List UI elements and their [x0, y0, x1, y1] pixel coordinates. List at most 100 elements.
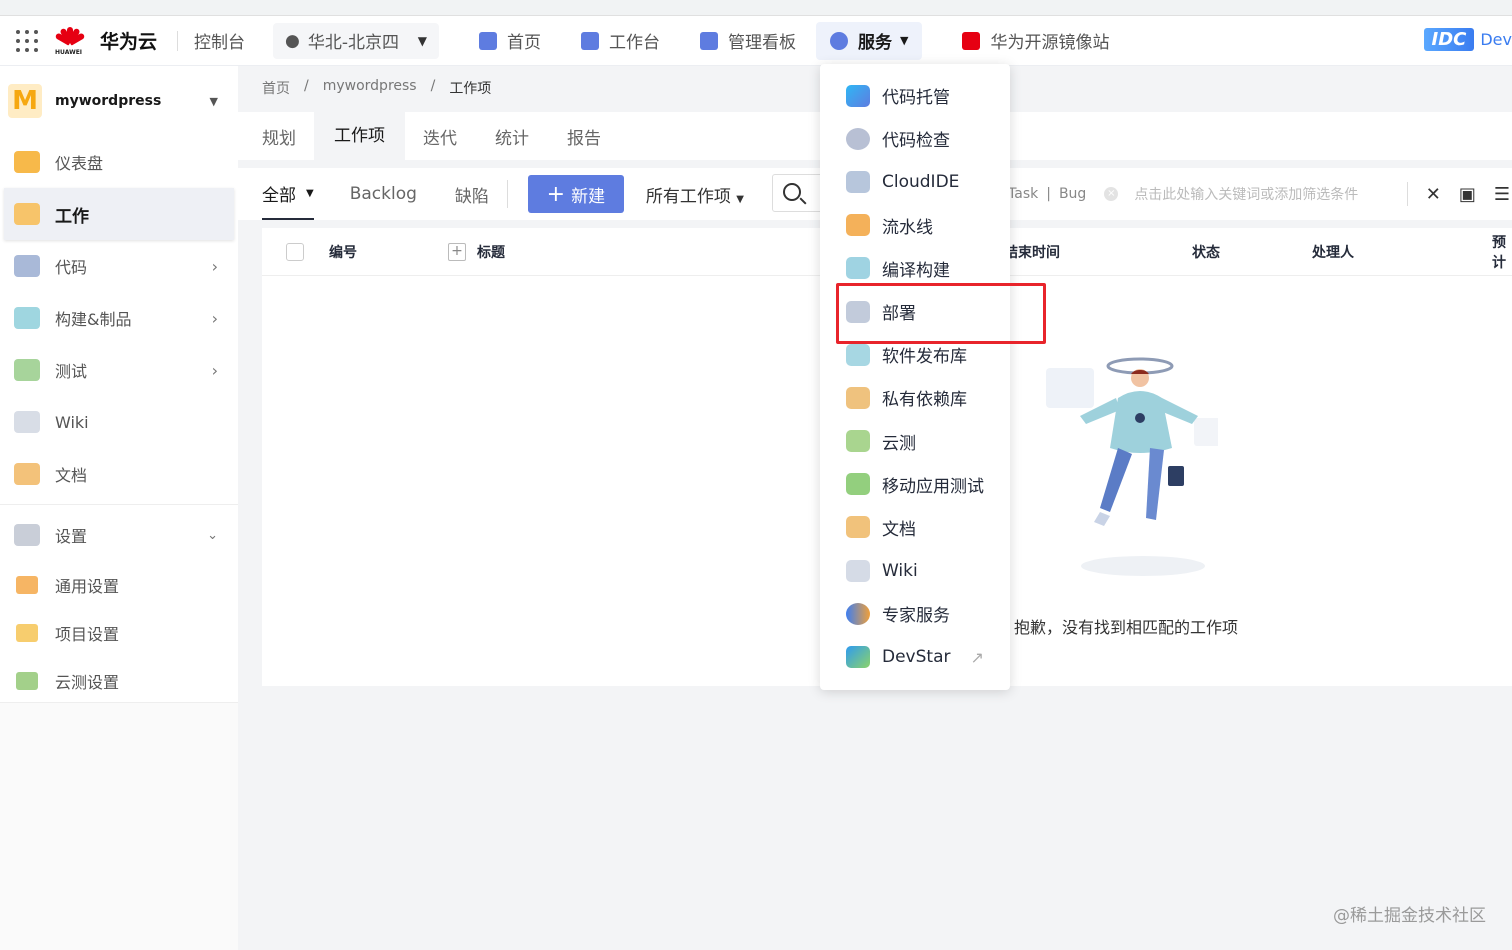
- menu-item-docs[interactable]: 文档: [820, 506, 1010, 549]
- tab-statistics[interactable]: 统计: [495, 124, 529, 149]
- menu-item-code-hosting[interactable]: 代码托管: [820, 74, 1010, 117]
- chip-bug: Bug: [1058, 186, 1087, 202]
- region-selector[interactable]: ● 华北-北京四 ▼: [273, 22, 440, 59]
- project-name: mywordpress: [55, 93, 162, 109]
- column-status[interactable]: 状态: [1192, 242, 1220, 262]
- sidebar-item-test[interactable]: 测试 ›: [0, 344, 238, 396]
- sidebar-subitem-label: 通用设置: [55, 577, 120, 596]
- menu-item-label: 文档: [882, 519, 916, 540]
- sidebar-item-label: 测试: [55, 362, 88, 381]
- menu-item-label: 软件发布库: [882, 347, 967, 368]
- sidebar-subitem-project[interactable]: 项目设置: [0, 609, 238, 657]
- sidebar-item-docs[interactable]: 文档: [0, 448, 238, 500]
- breadcrumb-sep: /: [304, 78, 309, 94]
- general-settings-icon: [16, 576, 38, 594]
- filter-defect[interactable]: 缺陷: [455, 182, 489, 207]
- filter-tools: ✕ ▣ ☰: [1406, 182, 1512, 206]
- workbench-icon: [581, 31, 600, 50]
- clear-chip-icon[interactable]: ×: [1104, 187, 1119, 201]
- menu-item-cloudtest[interactable]: 云测: [820, 420, 1010, 463]
- nav-services-label: 服务: [858, 33, 893, 53]
- close-icon[interactable]: ✕: [1426, 184, 1441, 205]
- divider: [1406, 182, 1408, 206]
- app-grid-icon[interactable]: [16, 29, 38, 52]
- menu-item-label: 代码检查: [882, 131, 950, 152]
- menu-item-devstar[interactable]: DevStar ↗: [820, 635, 1010, 678]
- sidebar-subitem-label: 云测设置: [55, 673, 120, 692]
- tab-iteration[interactable]: 迭代: [423, 124, 457, 149]
- chip-separator: |: [1046, 186, 1051, 202]
- column-title[interactable]: 标题: [477, 242, 505, 262]
- sidebar-item-label: 设置: [55, 527, 88, 546]
- sidebar-item-dashboard[interactable]: 仪表盘: [0, 136, 238, 188]
- expand-icon[interactable]: +: [448, 242, 466, 261]
- caret-down-icon: ▼: [900, 34, 909, 47]
- search-icon: [783, 183, 801, 201]
- sidebar-item-label: Wiki: [55, 412, 89, 432]
- console-link[interactable]: 控制台: [194, 28, 245, 53]
- filter-chips[interactable]: Task | Bug × 点击此处输入关键词或添加筛选条件: [1008, 184, 1358, 204]
- sidebar-item-label: 工作: [55, 206, 89, 227]
- sidebar-item-wiki[interactable]: Wiki: [0, 396, 238, 448]
- tab-plan[interactable]: 规划: [262, 124, 296, 149]
- divider: [506, 180, 508, 208]
- sidebar-item-settings[interactable]: 设置 ⌄: [0, 509, 238, 561]
- menu-item-code-check[interactable]: 代码检查: [820, 117, 1010, 160]
- sidebar-empty-area: [0, 702, 238, 950]
- test-icon: [14, 359, 40, 381]
- column-estimate[interactable]: 预计: [1492, 232, 1512, 272]
- menu-item-label: 代码托管: [882, 88, 950, 109]
- huawei-logo[interactable]: HUAWEI 华为云: [54, 25, 157, 57]
- breadcrumb-sep: /: [430, 78, 436, 94]
- nav-dashboard[interactable]: 管理看板: [700, 28, 796, 53]
- column-assignee[interactable]: 处理人: [1312, 242, 1354, 262]
- project-selector[interactable]: M mywordpress ▼: [0, 66, 238, 136]
- menu-item-cloudide[interactable]: CloudIDE: [820, 160, 1010, 203]
- menu-item-mobile-test[interactable]: 移动应用测试: [820, 463, 1010, 506]
- empty-state-illustration: [1046, 357, 1218, 576]
- all-work-items-label: 所有工作项: [645, 186, 731, 207]
- cloudide-icon: [846, 170, 870, 193]
- nav-workbench[interactable]: 工作台: [581, 28, 660, 53]
- region-label: 华北-北京四: [307, 33, 399, 53]
- menu-item-private-dependency[interactable]: 私有依赖库: [820, 376, 1010, 419]
- menu-item-label: 云测: [882, 433, 916, 454]
- filter-backlog[interactable]: Backlog: [350, 184, 417, 204]
- save-icon[interactable]: ▣: [1459, 184, 1476, 205]
- breadcrumb-home[interactable]: 首页: [262, 78, 290, 98]
- breadcrumb-current: 工作项: [449, 81, 492, 97]
- caret-down-icon: ▼: [306, 187, 314, 199]
- release-repo-icon: [846, 343, 870, 366]
- sidebar-subitem-cloudtest[interactable]: 云测设置: [0, 657, 238, 705]
- list-settings-icon[interactable]: ☰: [1494, 184, 1510, 205]
- all-work-items-dropdown[interactable]: 所有工作项 ▼: [646, 182, 744, 207]
- chip-task: Task: [1008, 186, 1039, 202]
- nav-services[interactable]: 服务 ▼: [816, 21, 923, 60]
- menu-item-pipeline[interactable]: 流水线: [820, 204, 1010, 247]
- menu-item-label: Wiki: [882, 560, 918, 581]
- menu-item-label: DevStar: [882, 647, 951, 668]
- location-pin-icon: ●: [285, 30, 300, 51]
- breadcrumb-project[interactable]: mywordpress: [323, 78, 417, 98]
- cloudtest-icon: [846, 430, 870, 453]
- sidebar-item-code[interactable]: 代码 ›: [0, 240, 238, 292]
- tab-report[interactable]: 报告: [567, 124, 601, 149]
- new-work-item-button[interactable]: + 新建: [527, 175, 624, 213]
- sidebar-item-build[interactable]: 构建&制品 ›: [0, 292, 238, 344]
- filter-all[interactable]: 全部 ▼: [262, 169, 314, 220]
- deploy-highlight-box: [836, 283, 1046, 344]
- external-link-icon: ↗: [970, 647, 984, 667]
- nav-mirror-label: 华为开源镜像站: [990, 33, 1110, 53]
- menu-item-wiki[interactable]: Wiki: [820, 549, 1010, 592]
- menu-item-label: 移动应用测试: [882, 476, 984, 497]
- sidebar-subitem-general[interactable]: 通用设置: [0, 561, 238, 609]
- nav-home[interactable]: 首页: [479, 28, 541, 53]
- tab-work-items[interactable]: 工作项: [314, 112, 405, 160]
- menu-item-expert[interactable]: 专家服务: [820, 592, 1010, 635]
- column-id[interactable]: 编号: [329, 242, 357, 262]
- select-all-checkbox[interactable]: [286, 242, 304, 261]
- sidebar-item-work[interactable]: 工作: [4, 188, 234, 240]
- nav-mirror[interactable]: 华为开源镜像站: [962, 28, 1109, 53]
- column-end-time[interactable]: 结束时间: [1004, 242, 1060, 262]
- idc-banner[interactable]: IDC Dev: [1423, 28, 1512, 51]
